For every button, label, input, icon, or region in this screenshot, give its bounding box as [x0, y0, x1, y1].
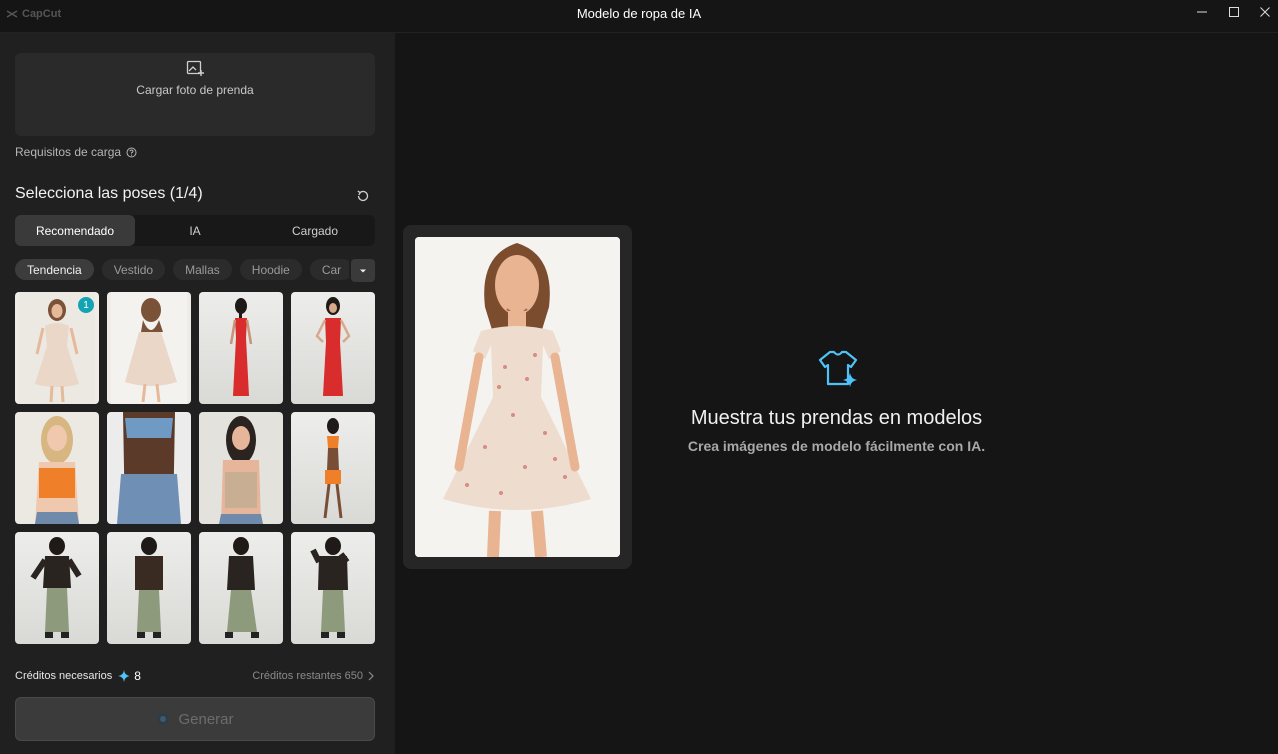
main-canvas: Muestra tus prendas en modelos Crea imág…: [395, 33, 1278, 754]
close-button[interactable]: [1254, 4, 1276, 20]
selected-badge: 1: [78, 297, 94, 313]
tab-uploaded[interactable]: Cargado: [255, 215, 375, 246]
title-bar: CapCut Modelo de ropa de IA: [0, 0, 1278, 33]
pose-image-hoodie-3: [225, 537, 259, 638]
upload-requirements-text: Requisitos de carga: [15, 145, 122, 159]
pose-grid: 1: [15, 292, 375, 644]
chip-car[interactable]: Car: [309, 259, 349, 280]
pose-image-hoodie-2: [135, 537, 163, 638]
pose-source-tabs: Recomendado IA Cargado: [15, 215, 375, 246]
category-chips: Tendencia Vestido Mallas Hoodie Car: [15, 259, 349, 281]
generate-button[interactable]: Generar: [15, 697, 375, 741]
pose-thumbnail[interactable]: [199, 292, 283, 404]
preview-model-floral-dress: [415, 237, 620, 557]
empty-state-subtitle: Crea imágenes de modelo fácilmente con I…: [687, 438, 986, 454]
pose-image-floral-dress-back: [111, 292, 187, 404]
window-title: Modelo de ropa de IA: [576, 6, 702, 21]
sparkle-icon: [118, 670, 131, 682]
pose-image-orange-skirt: [323, 418, 343, 519]
credits-needed-value: 8: [134, 669, 141, 683]
pose-thumbnail[interactable]: [199, 532, 283, 644]
credits-needed-label: Créditos necesarios: [15, 670, 113, 682]
upload-garment-dropzone[interactable]: Cargar foto de prenda: [15, 53, 375, 136]
garment-ai-icon: [818, 350, 858, 387]
tab-recommended[interactable]: Recomendado: [15, 215, 135, 246]
chevron-right-icon: [368, 671, 374, 681]
pose-thumbnail[interactable]: [199, 412, 283, 524]
tab-ai[interactable]: IA: [135, 215, 255, 246]
upload-label: Cargar foto de prenda: [136, 83, 254, 97]
pose-image-red-dress-2: [315, 297, 351, 396]
chip-vestido[interactable]: Vestido: [101, 259, 166, 280]
close-icon: [1260, 7, 1270, 17]
minimize-icon: [1197, 11, 1207, 13]
pose-image-hoodie-4: [310, 537, 350, 638]
maximize-button[interactable]: [1223, 4, 1245, 20]
selected-pose-preview: [403, 225, 632, 569]
upload-image-icon: [186, 60, 204, 76]
credits-remaining-link[interactable]: Créditos restantes 650: [252, 670, 375, 682]
generate-button-label: Generar: [178, 710, 234, 728]
pose-thumbnail[interactable]: 1: [15, 292, 99, 404]
pose-thumbnail[interactable]: [291, 412, 375, 524]
chip-tendencia[interactable]: Tendencia: [15, 259, 94, 280]
pose-image-denim-shorts: [117, 412, 181, 524]
pose-thumbnail[interactable]: [291, 532, 375, 644]
credits-row: Créditos necesarios 8 Créditos restantes…: [15, 668, 375, 684]
poses-title: Selecciona las poses (1/4): [15, 185, 203, 202]
pose-image-orange-top: [35, 416, 79, 524]
pose-image-beige-top: [219, 416, 263, 524]
chip-mallas[interactable]: Mallas: [173, 259, 232, 280]
empty-state-title: Muestra tus prendas en modelos: [690, 407, 983, 429]
chip-hoodie[interactable]: Hoodie: [239, 259, 302, 280]
more-categories-button[interactable]: [351, 259, 375, 282]
credits-remaining-text: Créditos restantes 650: [252, 670, 363, 682]
maximize-icon: [1229, 7, 1239, 17]
help-icon: [126, 147, 137, 157]
generate-sparkle-icon: [157, 713, 169, 725]
pose-thumbnail[interactable]: [15, 412, 99, 524]
pose-thumbnail[interactable]: [15, 532, 99, 644]
pose-thumbnail[interactable]: [107, 292, 191, 404]
sidebar: Cargar foto de prenda Requisitos de carg…: [0, 33, 395, 754]
pose-thumbnail[interactable]: [291, 292, 375, 404]
upload-requirements-link[interactable]: Requisitos de carga: [15, 145, 137, 159]
pose-thumbnail[interactable]: [107, 412, 191, 524]
pose-thumbnail[interactable]: [107, 532, 191, 644]
reset-icon[interactable]: [355, 188, 371, 204]
pose-image-hoodie-1: [30, 537, 82, 638]
minimize-button[interactable]: [1191, 4, 1213, 20]
preview-image: [415, 237, 620, 557]
pose-image-red-dress: [229, 298, 253, 396]
chevron-down-icon: [360, 269, 366, 272]
